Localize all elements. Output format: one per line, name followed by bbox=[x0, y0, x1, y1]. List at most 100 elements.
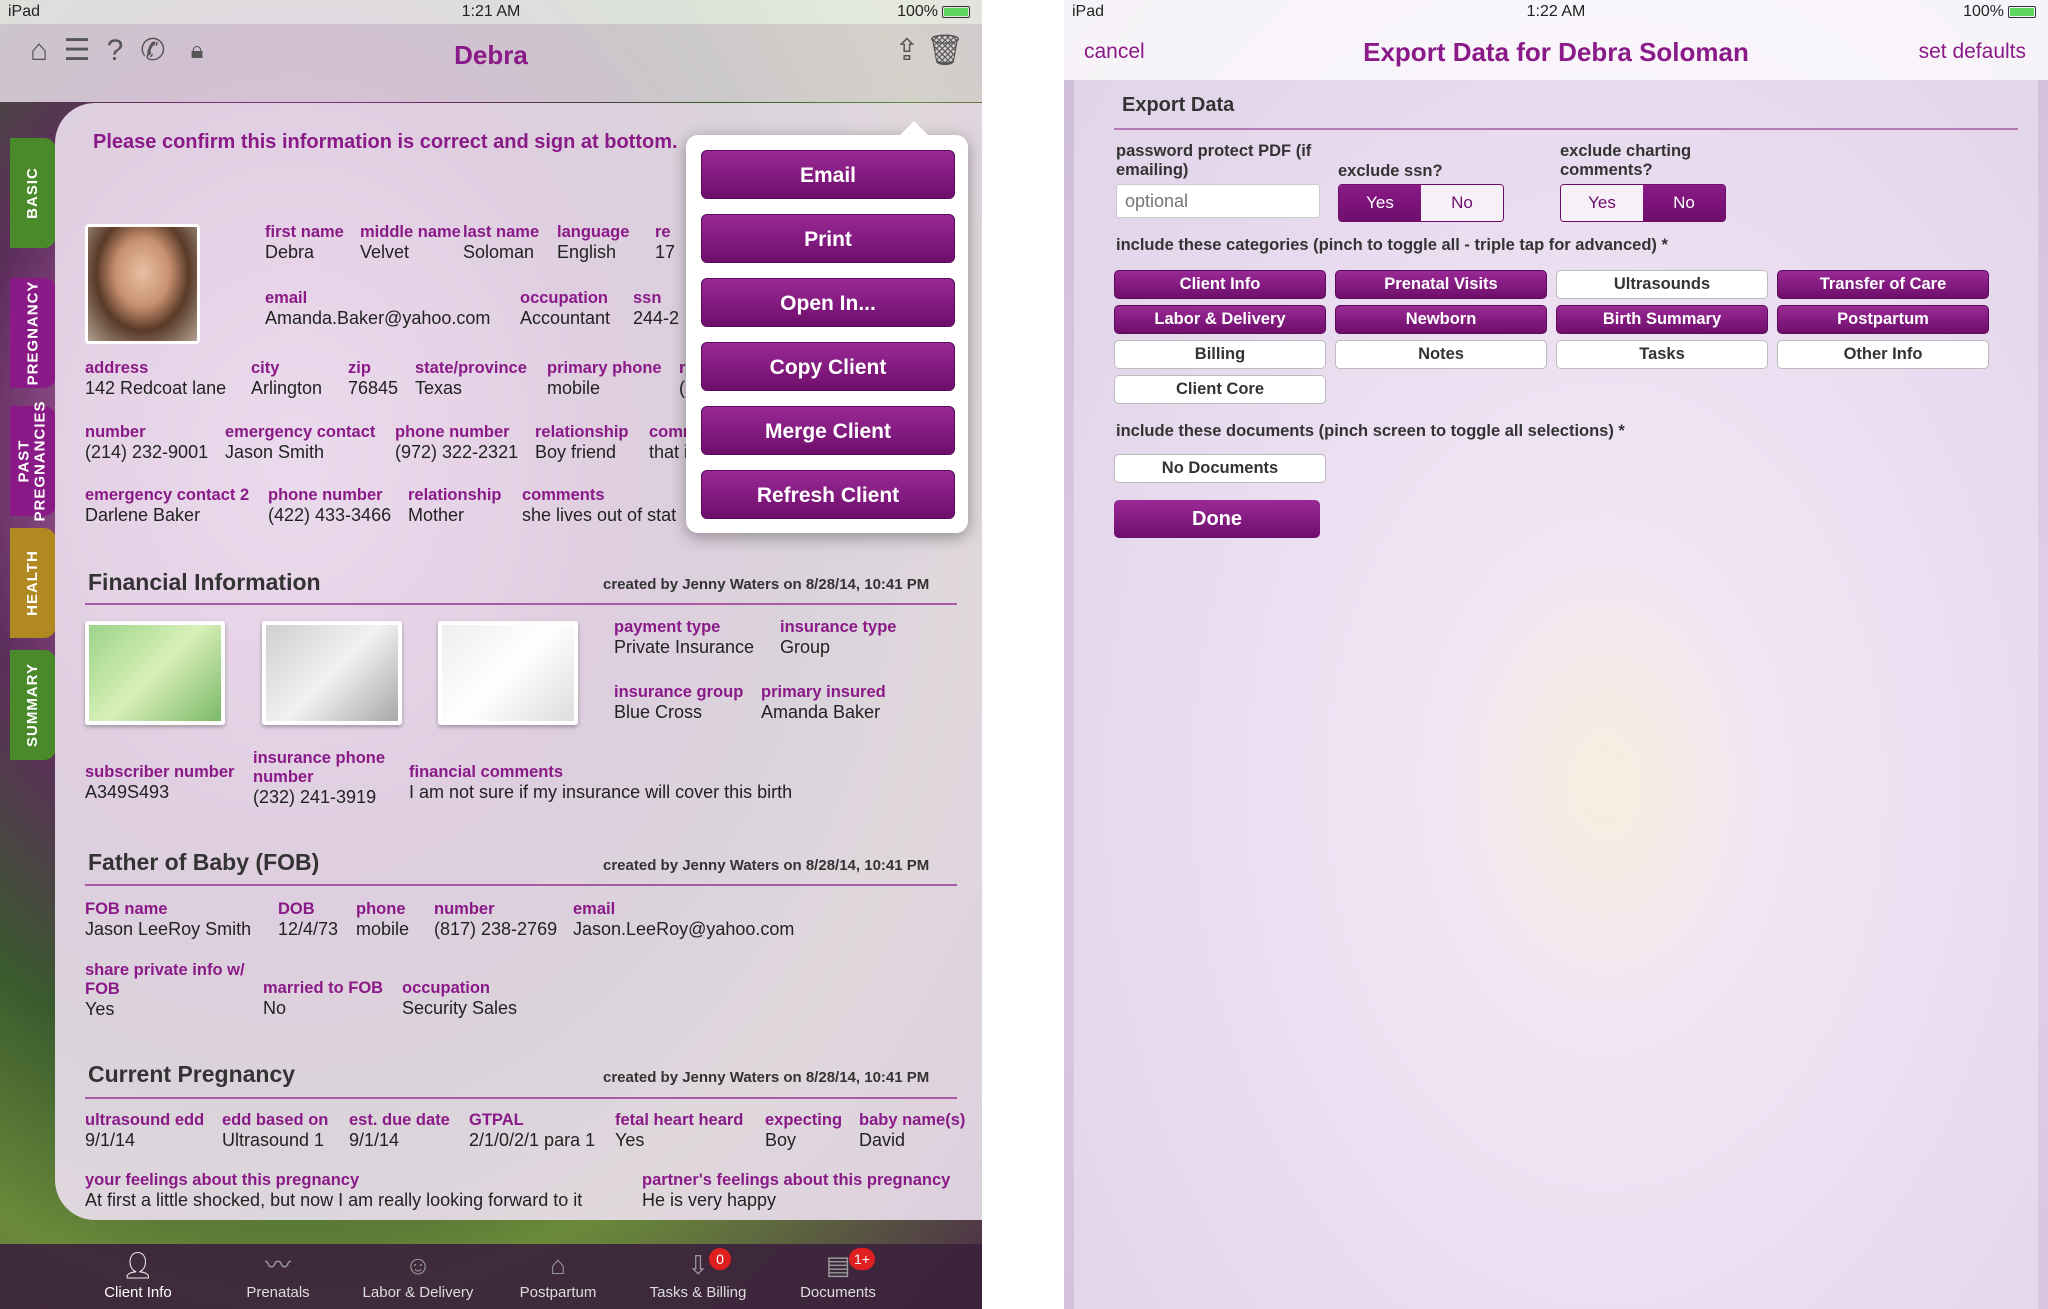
side-tab-label: BASIC bbox=[24, 167, 42, 219]
field-value-expecting: Boy bbox=[765, 1130, 797, 1150]
segment-yes[interactable]: Yes bbox=[1339, 185, 1421, 221]
category-labor-delivery[interactable]: Labor & Delivery bbox=[1114, 305, 1326, 334]
open-in-button[interactable]: Open In... bbox=[701, 278, 955, 327]
financial-created-by: created by Jenny Waters on 8/28/14, 10:4… bbox=[603, 576, 930, 593]
category-postpartum[interactable]: Postpartum bbox=[1777, 305, 1989, 334]
exclude-ssn-label: exclude ssn? bbox=[1338, 162, 1443, 180]
field-value-re: 17 bbox=[655, 242, 676, 262]
field-value-address: 142 Redcoat lane bbox=[85, 378, 227, 398]
category-other-info[interactable]: Other Info bbox=[1777, 340, 1989, 369]
field-value-insurance_type: Group bbox=[780, 637, 831, 657]
field-value-insurance_phone: (232) 241-3919 bbox=[253, 787, 377, 807]
field-label-number: number bbox=[434, 900, 495, 918]
field-value-occupation: Accountant bbox=[520, 308, 611, 328]
field-value-r2: ( bbox=[679, 378, 685, 398]
category-client-core[interactable]: Client Core bbox=[1114, 375, 1326, 404]
tab-label: Prenatals bbox=[246, 1284, 310, 1301]
battery-indicator: 100% bbox=[897, 3, 970, 21]
tab-client-info[interactable]: 👤︎ Client Info bbox=[63, 1244, 213, 1309]
fob-divider bbox=[85, 884, 957, 886]
field-value-middle_name: Velvet bbox=[360, 242, 410, 262]
tab-labor-delivery[interactable]: ☺ Labor & Delivery bbox=[343, 1244, 493, 1309]
side-tab-basic[interactable]: BASIC bbox=[10, 138, 56, 248]
email-button[interactable]: Email bbox=[701, 150, 955, 199]
field-label-city: city bbox=[251, 359, 280, 377]
tab-badge: 0 bbox=[709, 1248, 731, 1270]
exclude-charting-label: exclude charting comments? bbox=[1560, 142, 1692, 179]
field-label-ssn: ssn bbox=[633, 289, 662, 307]
category-transfer-of-care[interactable]: Transfer of Care bbox=[1777, 270, 1989, 299]
field-label-language: language bbox=[557, 223, 630, 241]
field-value-est_due_date: 9/1/14 bbox=[349, 1130, 400, 1150]
screen-divider bbox=[982, 0, 1064, 1309]
category-billing[interactable]: Billing bbox=[1114, 340, 1326, 369]
print-button[interactable]: Print bbox=[701, 214, 955, 263]
field-value-relationship: Boy friend bbox=[535, 442, 617, 462]
copy-client-button[interactable]: Copy Client bbox=[701, 342, 955, 391]
tab-tasks-billing[interactable]: ⇩ Tasks & Billing 0 bbox=[623, 1244, 773, 1309]
category-tasks[interactable]: Tasks bbox=[1556, 340, 1768, 369]
field-label-insurance_phone: insurance phone number bbox=[253, 749, 386, 786]
pregnancy-created-by: created by Jenny Waters on 8/28/14, 10:4… bbox=[603, 1069, 930, 1086]
field-value-first_name: Debra bbox=[265, 242, 315, 262]
password-input[interactable] bbox=[1116, 184, 1320, 218]
confirm-message: Please confirm this information is corre… bbox=[93, 131, 678, 153]
pregnancy-section-title: Current Pregnancy bbox=[88, 1061, 296, 1087]
field-value-primary_insured: Amanda Baker bbox=[761, 702, 881, 722]
field-label-insurance_group: insurance group bbox=[614, 683, 744, 701]
refresh-client-button[interactable]: Refresh Client bbox=[701, 470, 955, 519]
field-value-number: (214) 232-9001 bbox=[85, 442, 209, 462]
side-tab-summary[interactable]: SUMMARY bbox=[10, 650, 56, 760]
field-label-married: married to FOB bbox=[263, 979, 384, 997]
done-button[interactable]: Done bbox=[1114, 500, 1320, 538]
field-value-ultrasound_edd: 9/1/14 bbox=[85, 1130, 136, 1150]
field-label-zip: zip bbox=[348, 359, 371, 377]
category-prenatal-visits[interactable]: Prenatal Visits bbox=[1335, 270, 1547, 299]
field-label-emergency_contact: emergency contact bbox=[225, 423, 376, 441]
side-tab-past-pregnancies[interactable]: PAST PREGNANCIES bbox=[10, 400, 56, 522]
field-label-subscriber_number: subscriber number bbox=[85, 763, 235, 781]
set-defaults-button[interactable]: set defaults bbox=[1919, 40, 2026, 64]
category-ultrasounds[interactable]: Ultrasounds bbox=[1556, 270, 1768, 299]
side-tab-pregnancy[interactable]: PREGNANCY bbox=[10, 278, 56, 388]
battery-percent: 100% bbox=[1963, 3, 2004, 20]
field-value-payment_type: Private Insurance bbox=[614, 637, 755, 657]
insurance-card-front-image[interactable] bbox=[262, 621, 402, 725]
exclude-charting-toggle[interactable]: Yes No bbox=[1560, 184, 1726, 222]
insurance-card-back-image[interactable] bbox=[438, 621, 578, 725]
trash-icon[interactable]: 🗑︎ bbox=[926, 34, 964, 68]
category-client-info[interactable]: Client Info bbox=[1114, 270, 1326, 299]
field-label-middle_name: middle name bbox=[360, 223, 461, 241]
side-tab-health[interactable]: HEALTH bbox=[10, 528, 56, 638]
field-value-emergency_contact2: Darlene Baker bbox=[85, 505, 201, 525]
field-value-fetal_heart: Yes bbox=[615, 1130, 645, 1150]
share-icon[interactable]: ⇪ bbox=[890, 34, 924, 68]
drivers-license-image[interactable] bbox=[85, 621, 225, 725]
segment-no[interactable]: No bbox=[1421, 185, 1503, 221]
no-documents-button[interactable]: No Documents bbox=[1114, 454, 1326, 483]
field-label-insurance_type: insurance type bbox=[780, 618, 897, 636]
left-ipad-screen: iPad 1:21 AM 100% ⌂ ☰ ? ✆ 🔒︎ Debra ⇪ 🗑︎ … bbox=[0, 0, 982, 1309]
category-notes[interactable]: Notes bbox=[1335, 340, 1547, 369]
status-time: 1:21 AM bbox=[461, 3, 521, 20]
categories-label: include these categories (pinch to toggl… bbox=[1116, 236, 1668, 254]
segment-yes[interactable]: Yes bbox=[1561, 185, 1643, 221]
field-value-married: No bbox=[263, 998, 287, 1018]
field-value-city: Arlington bbox=[251, 378, 323, 398]
side-tab-label: PREGNANCY bbox=[24, 280, 42, 386]
category-birth-summary[interactable]: Birth Summary bbox=[1556, 305, 1768, 334]
client-photo[interactable] bbox=[85, 224, 200, 344]
tab-documents[interactable]: ▤ Documents 1+ bbox=[763, 1244, 913, 1309]
side-tab-label: SUMMARY bbox=[24, 663, 42, 747]
exclude-ssn-toggle[interactable]: Yes No bbox=[1338, 184, 1504, 222]
merge-client-button[interactable]: Merge Client bbox=[701, 406, 955, 455]
tab-postpartum[interactable]: ⌂ Postpartum bbox=[483, 1244, 633, 1309]
category-newborn[interactable]: Newborn bbox=[1335, 305, 1547, 334]
segment-no[interactable]: No bbox=[1643, 185, 1725, 221]
field-label-dob: DOB bbox=[278, 900, 315, 918]
field-label-baby_names: baby name(s) bbox=[859, 1111, 966, 1129]
field-label-comments: comments bbox=[522, 486, 605, 504]
tab-prenatals[interactable]: 〰 Prenatals bbox=[203, 1244, 353, 1309]
field-label-emergency_contact2: emergency contact 2 bbox=[85, 486, 250, 504]
tab-label: Client Info bbox=[104, 1284, 172, 1301]
